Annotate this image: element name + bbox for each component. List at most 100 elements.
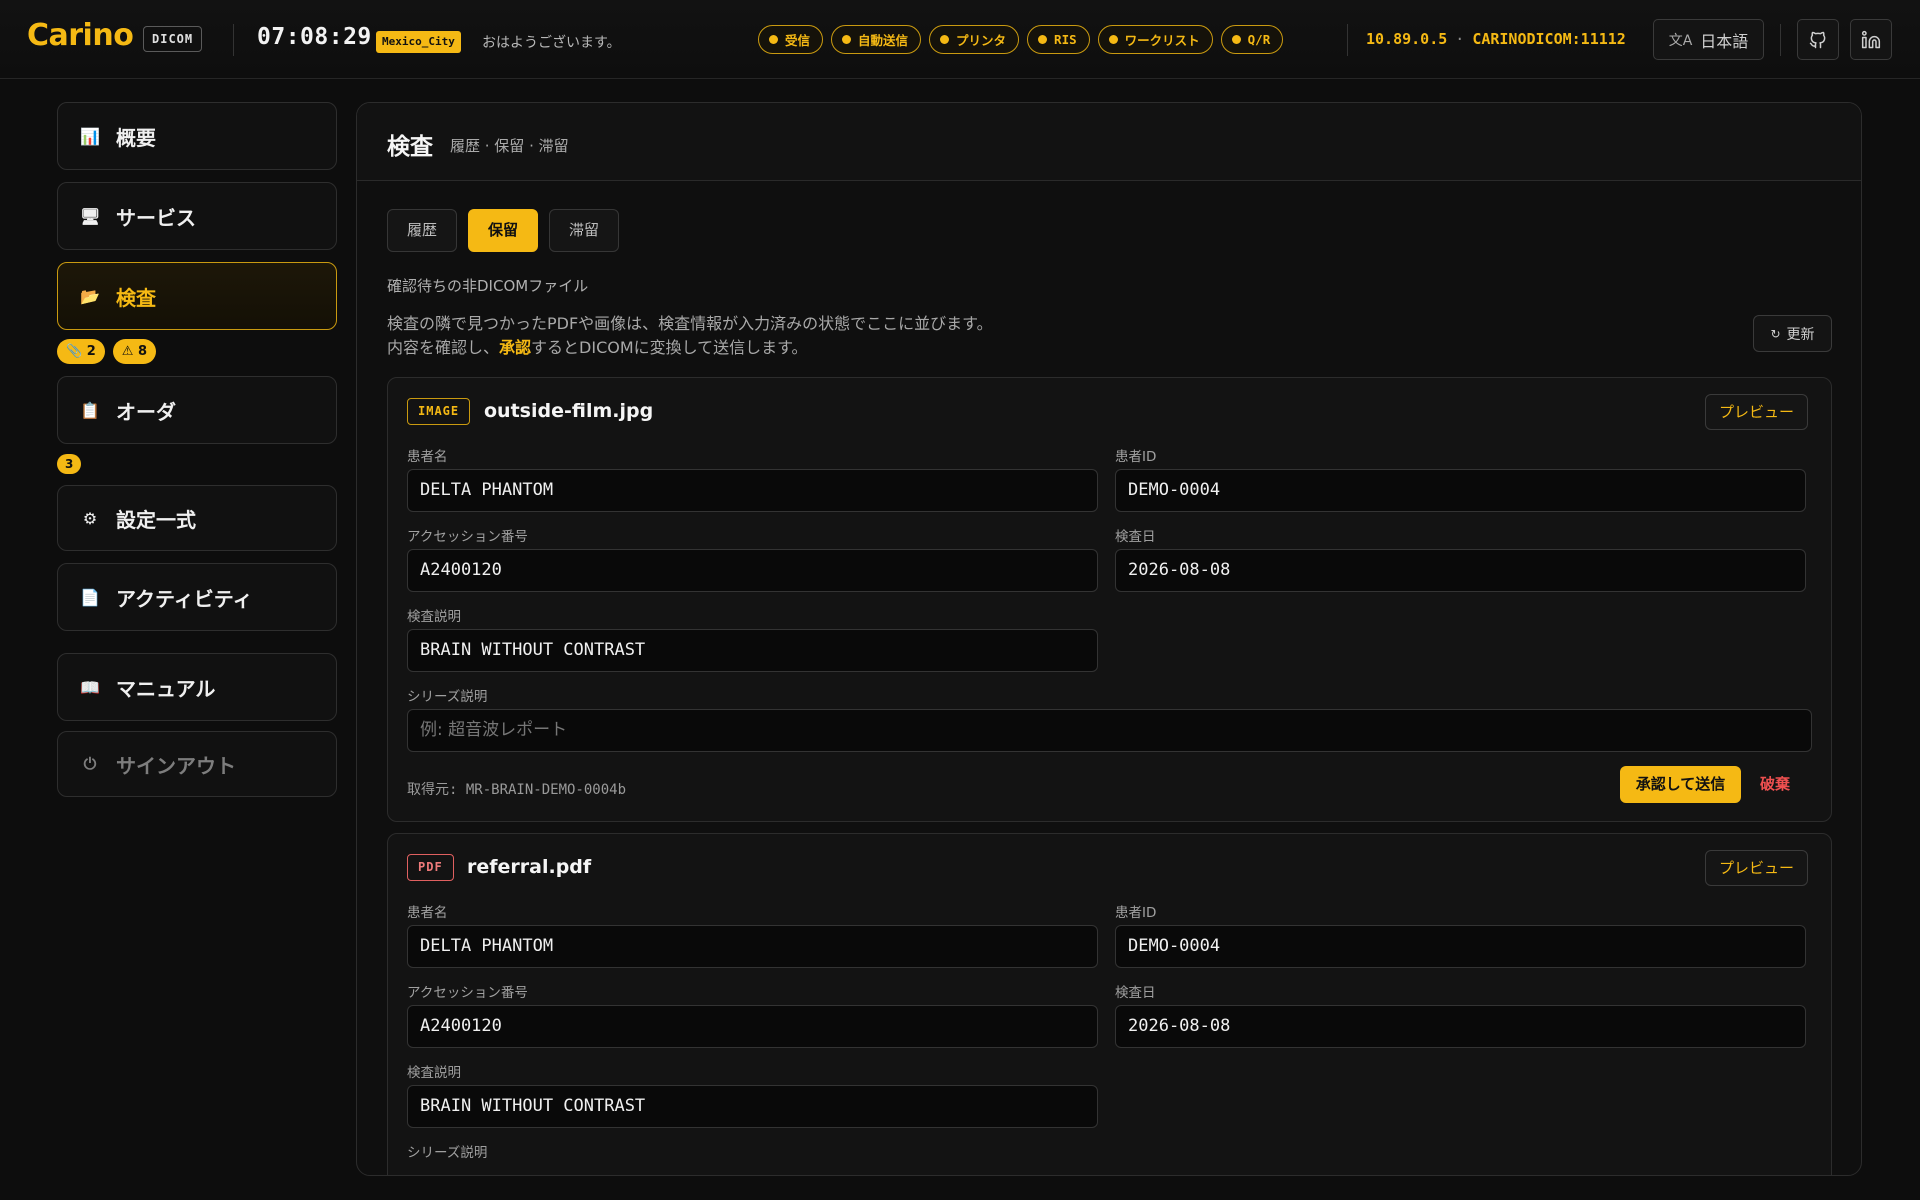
section-label: 確認待ちの非DICOMファイル — [387, 277, 589, 295]
sidebar-item-services[interactable]: 🖥 サービス — [57, 182, 337, 250]
github-button[interactable] — [1797, 19, 1839, 60]
file-name: outside-film.jpg — [484, 400, 654, 422]
patient-name-label: 患者名 — [407, 905, 448, 921]
app-logo: Carino — [27, 18, 134, 53]
order-count-badge[interactable]: 3 — [57, 454, 82, 474]
pending-file-card: IMAGE outside-film.jpg プレビュー 患者名 DELTA P… — [387, 377, 1832, 822]
patient-id-label: 患者ID — [1115, 449, 1157, 465]
patient-id-label: 患者ID — [1115, 905, 1157, 921]
refresh-button[interactable]: ↻ 更新 — [1753, 315, 1832, 352]
network-address: 10.89.0.5 · CARINODICOM:11112 — [1366, 30, 1626, 48]
status-dot-icon — [842, 35, 852, 44]
status-dot-icon — [1108, 35, 1118, 44]
clock: 07:08:29 — [257, 24, 372, 50]
sidebar-item-overview[interactable]: 📊 概要 — [57, 102, 337, 170]
status-dot-icon — [1038, 35, 1048, 44]
top-bar: Carino DICOM 07:08:29 Mexico_City おはようござ… — [0, 0, 1920, 79]
tab-stalled[interactable]: 滞留 — [549, 209, 620, 252]
file-type-badge: PDF — [407, 854, 454, 881]
sidebar-item-settings[interactable]: ⚙ 設定一式 — [57, 485, 337, 551]
status-pills: 受信 自動送信 プリンタ RIS ワークリスト Q/R — [758, 25, 1284, 54]
preview-button[interactable]: プレビュー — [1705, 394, 1808, 430]
divider — [233, 24, 234, 56]
tab-pending[interactable]: 保留 — [468, 209, 539, 252]
file-type-badge: IMAGE — [407, 398, 471, 425]
pending-file-card: PDF referral.pdf プレビュー 患者名 DELTA PHANTOM… — [387, 833, 1832, 1175]
order-badges: 3 — [57, 454, 82, 474]
panel-header: 検査 履歴 · 保留 · 滞留 — [357, 103, 1861, 181]
monitor-icon: 🖥 — [80, 206, 101, 226]
preview-button[interactable]: プレビュー — [1705, 850, 1808, 886]
github-icon — [1809, 31, 1826, 48]
divider — [1347, 24, 1348, 56]
timezone-badge: Mexico_City — [376, 31, 461, 53]
study-badges: 📎 2 ⚠ 8 — [57, 339, 156, 364]
sidebar-item-manual[interactable]: 📖 マニュアル — [57, 653, 337, 721]
status-pill-receive[interactable]: 受信 — [758, 25, 824, 54]
study-description-label: 検査説明 — [407, 1065, 461, 1081]
document-icon: 📄 — [80, 587, 100, 607]
power-icon: ⏻ — [83, 754, 97, 773]
patient-name-field[interactable]: DELTA PHANTOM — [407, 469, 1098, 512]
accession-label: アクセッション番号 — [407, 985, 528, 1001]
sidebar-item-studies[interactable]: 📂 検査 — [57, 262, 337, 330]
gear-icon: ⚙ — [82, 508, 98, 528]
linkedin-button[interactable] — [1850, 19, 1892, 60]
section-description: 検査の隣で見つかったPDFや画像は、検査情報が入力済みの状態でここに並びます。内… — [387, 314, 993, 357]
sidebar-item-signout[interactable]: ⏻ サインアウト — [57, 731, 337, 797]
sidebar-item-orders[interactable]: 📋 オーダ — [57, 376, 337, 444]
status-pill-ris[interactable]: RIS — [1027, 25, 1090, 54]
patient-id-field[interactable]: DEMO-0004 — [1115, 925, 1806, 968]
approve-send-button[interactable]: 承認して送信 — [1620, 766, 1741, 803]
status-pill-qr[interactable]: Q/R — [1220, 25, 1284, 54]
patient-id-field[interactable]: DEMO-0004 — [1115, 469, 1806, 512]
status-pill-autosend[interactable]: 自動送信 — [831, 25, 922, 54]
accession-label: アクセッション番号 — [407, 529, 528, 545]
study-tabs: 履歴 保留 滞留 — [387, 209, 620, 252]
status-dot-icon — [769, 35, 778, 44]
status-dot-icon — [940, 35, 950, 44]
clipboard-icon: 📋 — [80, 400, 100, 420]
accession-field[interactable]: A2400120 — [407, 549, 1098, 592]
study-date-field[interactable]: 2026-08-08 — [1115, 549, 1806, 592]
file-name: referral.pdf — [467, 856, 592, 878]
translate-icon: 文A — [1668, 32, 1693, 49]
folder-icon: 📂 — [80, 286, 100, 306]
status-dot-icon — [1231, 35, 1241, 44]
ae-title-port: CARINODICOM:11112 — [1472, 30, 1626, 48]
page-subtitle: 履歴 · 保留 · 滞留 — [450, 137, 569, 155]
dicom-badge: DICOM — [143, 26, 203, 52]
series-description-field[interactable]: 例: 超音波レポート — [407, 709, 1812, 752]
warning-icon: ⚠ — [121, 344, 134, 359]
language-button[interactable]: 文A 日本語 — [1653, 19, 1764, 60]
linkedin-icon — [1861, 30, 1881, 48]
chart-icon: 📊 — [80, 126, 100, 146]
status-pill-worklist[interactable]: ワークリスト — [1097, 25, 1213, 54]
patient-name-label: 患者名 — [407, 449, 448, 465]
paperclip-icon: 📎 — [66, 344, 83, 359]
source-label: 取得元: MR-BRAIN-DEMO-0004b — [407, 782, 627, 798]
accession-field[interactable]: A2400120 — [407, 1005, 1098, 1048]
study-date-field[interactable]: 2026-08-08 — [1115, 1005, 1806, 1048]
study-description-field[interactable]: BRAIN WITHOUT CONTRAST — [407, 1085, 1098, 1128]
book-icon: 📖 — [80, 677, 100, 697]
study-date-label: 検査日 — [1115, 985, 1156, 1001]
tab-history[interactable]: 履歴 — [387, 209, 458, 252]
series-description-label: シリーズ説明 — [407, 1145, 488, 1161]
study-date-label: 検査日 — [1115, 529, 1156, 545]
studies-panel: 検査 履歴 · 保留 · 滞留 履歴 保留 滞留 確認待ちの非DICOMファイル… — [356, 102, 1862, 1176]
discard-button[interactable]: 破棄 — [1760, 766, 1790, 803]
warning-count-badge[interactable]: ⚠ 8 — [112, 339, 156, 364]
ip-address: 10.89.0.5 — [1366, 30, 1448, 48]
page-title: 検査 — [387, 134, 433, 160]
patient-name-field[interactable]: DELTA PHANTOM — [407, 925, 1098, 968]
divider — [1780, 24, 1781, 56]
status-pill-printer[interactable]: プリンタ — [929, 25, 1020, 54]
greeting: おはようございます。 — [482, 35, 621, 51]
study-description-field[interactable]: BRAIN WITHOUT CONTRAST — [407, 629, 1098, 672]
attachment-count-badge[interactable]: 📎 2 — [57, 339, 105, 364]
series-description-label: シリーズ説明 — [407, 689, 488, 705]
sidebar-item-activity[interactable]: 📄 アクティビティ — [57, 563, 337, 631]
study-description-label: 検査説明 — [407, 609, 461, 625]
refresh-icon: ↻ — [1770, 326, 1781, 341]
